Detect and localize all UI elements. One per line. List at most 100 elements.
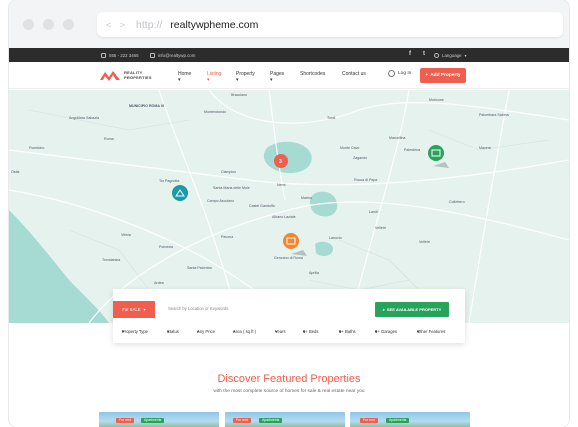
logo-line2: PROPERTIES [124,75,152,80]
logo-text: REALITY PROPERTIES [124,70,152,80]
filter-other-features[interactable]: Other Features ▾ [417,329,445,334]
map-label: Ardea [154,281,164,285]
phone-info: 555 - 222 3465 [101,52,139,58]
nav-property[interactable]: Property ▾ [236,71,255,83]
browser-chrome: < > http:// realtywpheme.com [9,0,569,48]
filter-beds[interactable]: 0+ Beds ▾ [303,329,318,334]
map-label: Campo Ascolano [207,199,235,203]
site-logo[interactable]: REALITY PROPERTIES [99,68,152,82]
filter-label: 0+ Garages [375,329,397,334]
search-input[interactable]: Search by Location or Keywords [168,306,228,311]
add-property-button[interactable]: + Add Property [420,68,466,83]
map-label: Vitinia [121,233,131,237]
property-card[interactable]: For rent Apartments [225,412,345,427]
filter-label: Area ( sq.ft ) [233,329,257,334]
map-label: Ciampino [221,170,237,174]
phone-icon [101,52,106,58]
search-button-label: SEE AVAILABLE PROPERTY [386,307,442,312]
filter-label: 0+ Beds [303,329,319,334]
map-label: Bracciano [231,93,247,97]
top-info-bar: 555 - 222 3465 info@realtywp.com f t Lan… [9,48,569,62]
nav-shortcodes[interactable]: Shortcodes [300,71,325,77]
email-info: info@realtywp.com [150,52,195,58]
email-text[interactable]: info@realtywp.com [158,53,195,58]
nav-pages[interactable]: Pages ▾ [270,71,284,83]
map-label: Velletri [375,226,386,230]
nav-arrows-icon[interactable]: < > [106,20,128,30]
nav-home[interactable]: Home ▾ [178,71,191,83]
nav-home-label: Home [178,71,192,77]
property-search-panel: For SALE ▾ Search by Location or Keyword… [113,289,465,343]
filter-price[interactable]: Any Price ▾ [197,329,215,334]
globe-icon [434,52,439,58]
filter-area[interactable]: Area ( sq.ft ) ▾ [233,329,256,334]
chevron-down-icon: ▾ [464,52,467,58]
map-label: Aprilia [309,271,319,275]
logo-mark-icon [100,71,120,81]
filter-status[interactable]: Status ▾ [167,329,179,334]
property-card[interactable]: For rent Apartments [99,412,219,427]
nav-listing-label: Listing [207,71,222,77]
map-label: Monterotondo [204,110,227,114]
add-property-label: Add Property [430,73,461,78]
map-label: Monte Cavo [340,146,360,150]
browser-window: < > http:// realtywpheme.com 555 - 222 3… [9,0,569,427]
map-label: Genzano di Roma [274,256,303,260]
map-label: Macere [479,146,491,150]
login-label: Log In [398,71,412,76]
map-label: Fiumicino [29,146,45,150]
map-label: Anguillara Sabazia [69,116,99,120]
type-badge: Apartments [141,418,165,423]
filter-baths[interactable]: 0+ Baths ▾ [339,329,356,334]
filter-label: Any Price [197,329,215,334]
map-label: Marcellina [389,136,406,140]
filter-label: 0+ Baths [339,329,356,334]
nav-contact[interactable]: Contact us [342,71,366,77]
map-label: Pomezia [159,245,173,249]
url-domain: realtywpheme.com [170,18,259,31]
nav-listing[interactable]: Listing ▾ [207,71,221,83]
search-icon: ⌕ [382,307,385,312]
window-controls [23,19,74,30]
listing-type-select[interactable]: For SALE ▾ [113,301,155,318]
map-label: Santa Palomba [187,266,212,270]
map-label: Moricone [429,98,444,102]
map-label: Palombara Sabina [479,113,509,117]
login-link[interactable]: Log In [388,70,411,77]
maximize-dot[interactable] [63,19,74,30]
filter-property-type[interactable]: Property Type ▾ [122,329,148,334]
filter-years[interactable]: Years ▾ [275,329,286,334]
language-selector[interactable]: Language ▾ [434,52,467,58]
map-label: Nemi [277,183,286,187]
see-available-property-button[interactable]: ⌕ SEE AVAILABLE PROPERTY [375,302,449,317]
type-badge: Apartments [259,418,283,423]
property-card[interactable]: For rent Apartments [350,412,470,427]
minimize-dot[interactable] [43,19,54,30]
featured-title: Discover Featured Properties [217,373,361,385]
filter-label: Other Features [417,329,446,334]
featured-subtitle: with the most complete source of homes f… [213,389,365,394]
status-badge: For rent [360,418,378,423]
plus-icon: + [425,73,429,78]
map-label: Tor Pagnotta [159,179,180,183]
map-label: Santa Maria delle Mole [213,186,250,190]
cluster-count: 3 [279,159,282,165]
listing-type-value: For SALE [122,307,141,312]
map-label: Ostia [11,170,20,174]
status-badge: For rent [233,418,251,423]
facebook-icon[interactable]: f [409,51,411,57]
map-label: Rocca di Papa [354,178,378,182]
map-label: Pavona [221,235,234,239]
address-bar[interactable]: < > http:// realtywpheme.com [97,12,563,37]
user-icon [388,70,395,77]
filter-garages[interactable]: 0+ Garages ▾ [375,329,397,334]
language-label: Language [442,52,462,58]
nav-contact-label: Contact us [342,71,366,77]
map-marker-teal[interactable] [172,185,188,201]
close-dot[interactable] [23,19,34,30]
twitter-icon[interactable]: t [423,51,425,57]
map-label: Palestrina [404,148,420,152]
map-label: Tivoli [327,116,336,120]
chevron-down-icon: ▾ [143,307,146,312]
nav-pages-label: Pages [270,71,285,77]
